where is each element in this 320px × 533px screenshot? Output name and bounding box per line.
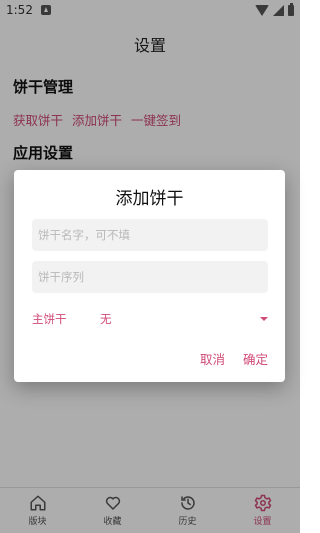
primary-cookie-label: 主饼干 (32, 312, 67, 326)
cancel-button[interactable]: 取消 (200, 349, 225, 368)
dialog-actions: 取消 确定 (200, 349, 268, 368)
dropdown-arrow-icon (260, 317, 268, 321)
primary-cookie-row: 主饼干 无 (32, 309, 268, 329)
add-cookie-dialog: 添加饼干 主饼干 无 取消 确定 (14, 170, 285, 382)
dialog-title: 添加饼干 (115, 189, 184, 209)
cookie-sequence-input[interactable] (32, 261, 268, 293)
confirm-button[interactable]: 确定 (243, 349, 268, 368)
primary-cookie-value: 无 (100, 312, 112, 326)
cookie-name-input[interactable] (32, 219, 268, 251)
primary-cookie-select[interactable]: 无 (100, 311, 268, 327)
